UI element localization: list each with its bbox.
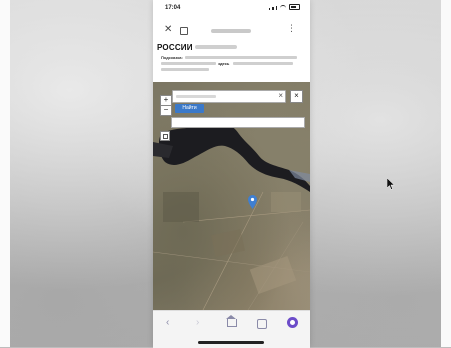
home-icon[interactable] [226,315,237,327]
frame-edge-left [0,0,10,347]
hint-text-line [161,68,209,71]
page-title: РОССИИ [157,43,193,52]
battery-icon [289,4,300,10]
back-arrow-icon[interactable]: ‹ [166,317,169,328]
layers-icon[interactable] [160,131,170,141]
phone-screen: 17:04 ✕ ⋮ РОССИИ Подсказка: здесь [153,0,310,347]
hint-text-line [161,62,216,65]
frame-edge-right [441,0,451,347]
coordinates-field[interactable] [171,117,305,128]
clear-search-icon[interactable]: × [278,91,283,101]
status-icons [268,4,300,10]
browser-url-bar: ✕ ⋮ [153,22,310,42]
page-date [195,45,237,49]
signal-icon [275,6,277,10]
field-parcel [211,229,245,257]
wifi-icon [280,5,286,10]
field-parcel [249,255,297,295]
home-indicator [198,341,264,344]
url-text[interactable] [211,29,251,33]
signal-icon [272,7,274,10]
profile-icon[interactable] [287,317,298,328]
hint-text-line [233,62,293,65]
tabs-icon[interactable] [257,319,267,329]
forward-arrow-icon[interactable]: › [196,317,199,328]
search-button[interactable]: Найти [175,104,204,113]
more-icon[interactable]: ⋮ [287,24,296,33]
status-bar: 17:04 [153,0,310,16]
field-parcel [271,192,301,212]
browser-bottom-nav: ‹ › [153,310,310,348]
close-icon[interactable]: ✕ [164,25,172,35]
field-parcel [163,192,199,222]
signal-icon [268,8,270,10]
hint-label: Подсказка: [161,55,183,60]
status-time: 17:04 [165,5,181,11]
tabs-icon[interactable] [180,27,188,35]
zoom-out-button[interactable]: − [160,105,172,116]
map-pin-icon[interactable] [248,195,257,209]
map-search-input[interactable]: × [172,90,286,103]
hint-link[interactable]: здесь [218,61,229,66]
mouse-cursor-icon [387,178,395,190]
reservoir-water [158,121,310,192]
hint-text-line [185,56,297,59]
search-placeholder [176,95,216,98]
close-panel-button[interactable]: × [290,90,303,103]
